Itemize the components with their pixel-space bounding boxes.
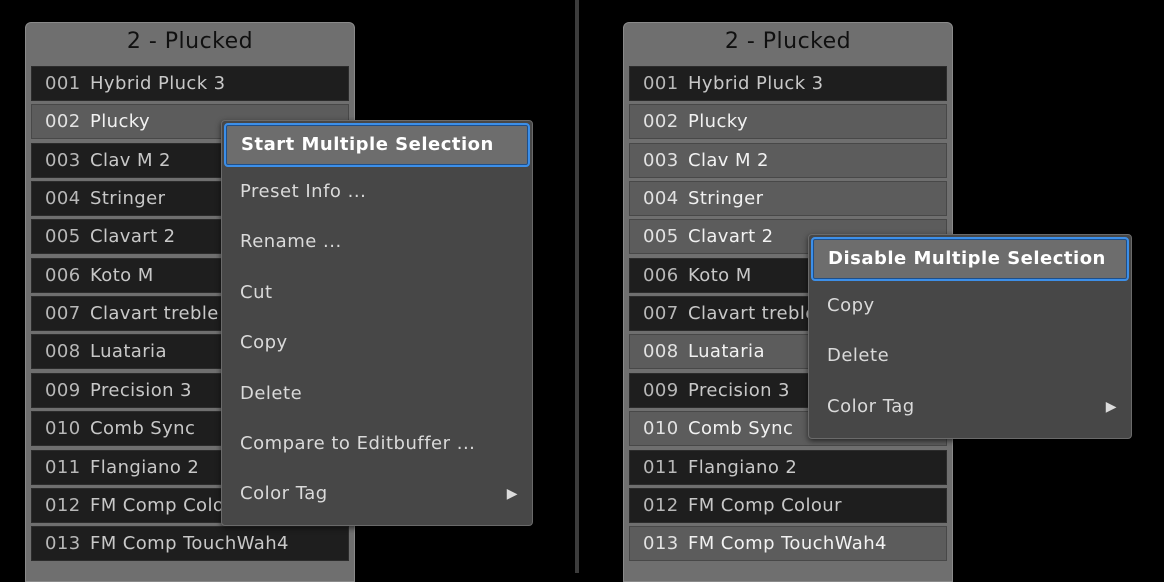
menu-item-label: Disable Multiple Selection (828, 248, 1106, 269)
menu-item-delete[interactable]: Delete (222, 369, 532, 419)
bank-title: 2 - Plucked (724, 29, 852, 54)
preset-name: Flangiano 2 (688, 456, 798, 478)
preset-number: 013 (45, 533, 81, 555)
menu-item-label: Compare to Editbuffer ... (240, 432, 476, 454)
preset-number: 008 (643, 341, 679, 363)
preset-name: FM Comp TouchWah4 (90, 533, 289, 555)
menu-item-copy[interactable]: Copy (809, 281, 1131, 331)
preset-name: Comb Sync (90, 418, 196, 440)
preset-number: 003 (45, 149, 81, 171)
menu-item-delete[interactable]: Delete (809, 331, 1131, 381)
preset-number: 006 (643, 264, 679, 286)
submenu-arrow-icon: ▶ (506, 486, 518, 503)
menu-item-label: Delete (240, 382, 303, 404)
preset-number: 011 (45, 456, 81, 478)
preset-name: Luataria (90, 341, 167, 363)
menu-item-compare-to-editbuffer[interactable]: Compare to Editbuffer ... (222, 419, 532, 469)
preset-number: 005 (45, 226, 81, 248)
preset-name: Hybrid Pluck 3 (688, 73, 824, 94)
preset-name: FM Comp Colour (688, 494, 842, 516)
menu-item-label: Color Tag (827, 395, 915, 417)
preset-number: 008 (45, 341, 81, 363)
preset-number: 010 (45, 418, 81, 440)
preset-row[interactable]: 012 FM Comp Colour (629, 487, 947, 523)
preset-number: 013 (643, 533, 679, 555)
preset-name: Precision 3 (688, 379, 790, 401)
preset-name: Plucky (688, 111, 748, 133)
preset-number: 010 (643, 418, 679, 440)
preset-number: 004 (45, 188, 81, 210)
preset-name: Clavart 2 (90, 226, 176, 248)
preset-number: 007 (643, 303, 679, 325)
menu-item-label: Color Tag (240, 483, 328, 505)
preset-name: Luataria (688, 341, 765, 363)
preset-name: Koto M (90, 264, 154, 286)
preset-name: Flangiano 2 (90, 456, 200, 478)
preset-name: FM Comp TouchWah4 (688, 533, 887, 555)
preset-number: 012 (643, 494, 679, 516)
preset-name: Koto M (688, 264, 752, 286)
preset-number: 002 (45, 111, 81, 133)
preset-name: Stringer (90, 188, 166, 210)
preset-row[interactable]: 003 Clav M 2 (629, 142, 947, 178)
preset-number: 007 (45, 303, 81, 325)
menu-item-cut[interactable]: Cut (222, 268, 532, 318)
preset-name: Clav M 2 (90, 149, 171, 171)
menu-item-label: Start Multiple Selection (241, 134, 494, 155)
preset-row[interactable]: 013 FM Comp TouchWah4 (31, 526, 349, 562)
preset-name: Clavart treble (90, 303, 219, 325)
context-menu-left: Start Multiple Selection Preset Info ... R… (221, 120, 533, 526)
context-menu-right: Disable Multiple Selection Copy Delete Colo… (808, 234, 1132, 439)
preset-number: 001 (643, 73, 679, 94)
preset-row[interactable]: 001 Hybrid Pluck 3 (31, 66, 349, 101)
preset-name: Stringer (688, 188, 764, 210)
preset-name: Hybrid Pluck 3 (90, 73, 226, 94)
menu-item-rename[interactable]: Rename ... (222, 217, 532, 267)
menu-item-color-tag[interactable]: Color Tag ▶ (809, 382, 1131, 432)
menu-item-label: Delete (827, 345, 890, 367)
submenu-arrow-icon: ▶ (1105, 398, 1117, 415)
preset-row[interactable]: 013 FM Comp TouchWah4 (629, 526, 947, 562)
preset-name: Comb Sync (688, 418, 794, 440)
screen-divider (575, 0, 579, 573)
preset-number: 009 (643, 379, 679, 401)
menu-item-color-tag[interactable]: Color Tag ▶ (222, 469, 532, 519)
preset-number: 001 (45, 73, 81, 94)
preset-row[interactable]: 001 Hybrid Pluck 3 (629, 66, 947, 101)
menu-item-label: Preset Info ... (240, 181, 367, 202)
menu-item-label: Copy (827, 295, 875, 316)
preset-name: Precision 3 (90, 379, 192, 401)
preset-number: 006 (45, 264, 81, 286)
preset-name: Plucky (90, 111, 150, 133)
menu-item-label: Cut (240, 281, 273, 303)
preset-row[interactable]: 004 Stringer (629, 181, 947, 217)
menu-item-copy[interactable]: Copy (222, 318, 532, 368)
preset-number: 004 (643, 188, 679, 210)
menu-item-label: Rename ... (240, 231, 342, 253)
preset-number: 011 (643, 456, 679, 478)
preset-row[interactable]: 002 Plucky (629, 104, 947, 140)
preset-number: 009 (45, 379, 81, 401)
preset-name: Clavart 2 (688, 226, 774, 248)
preset-name: Clav M 2 (688, 149, 769, 171)
preset-number: 012 (45, 494, 81, 516)
preset-name: Clavart treble (688, 303, 817, 325)
menu-item-label: Copy (240, 332, 288, 354)
preset-number: 005 (643, 226, 679, 248)
preset-row[interactable]: 011 Flangiano 2 (629, 449, 947, 485)
menu-item-start-multiple-selection[interactable]: Start Multiple Selection (224, 123, 530, 167)
menu-item-disable-multiple-selection[interactable]: Disable Multiple Selection (811, 237, 1129, 281)
preset-number: 002 (643, 111, 679, 133)
bank-title: 2 - Plucked (126, 29, 254, 54)
preset-number: 003 (643, 149, 679, 171)
menu-item-preset-info[interactable]: Preset Info ... (222, 167, 532, 217)
